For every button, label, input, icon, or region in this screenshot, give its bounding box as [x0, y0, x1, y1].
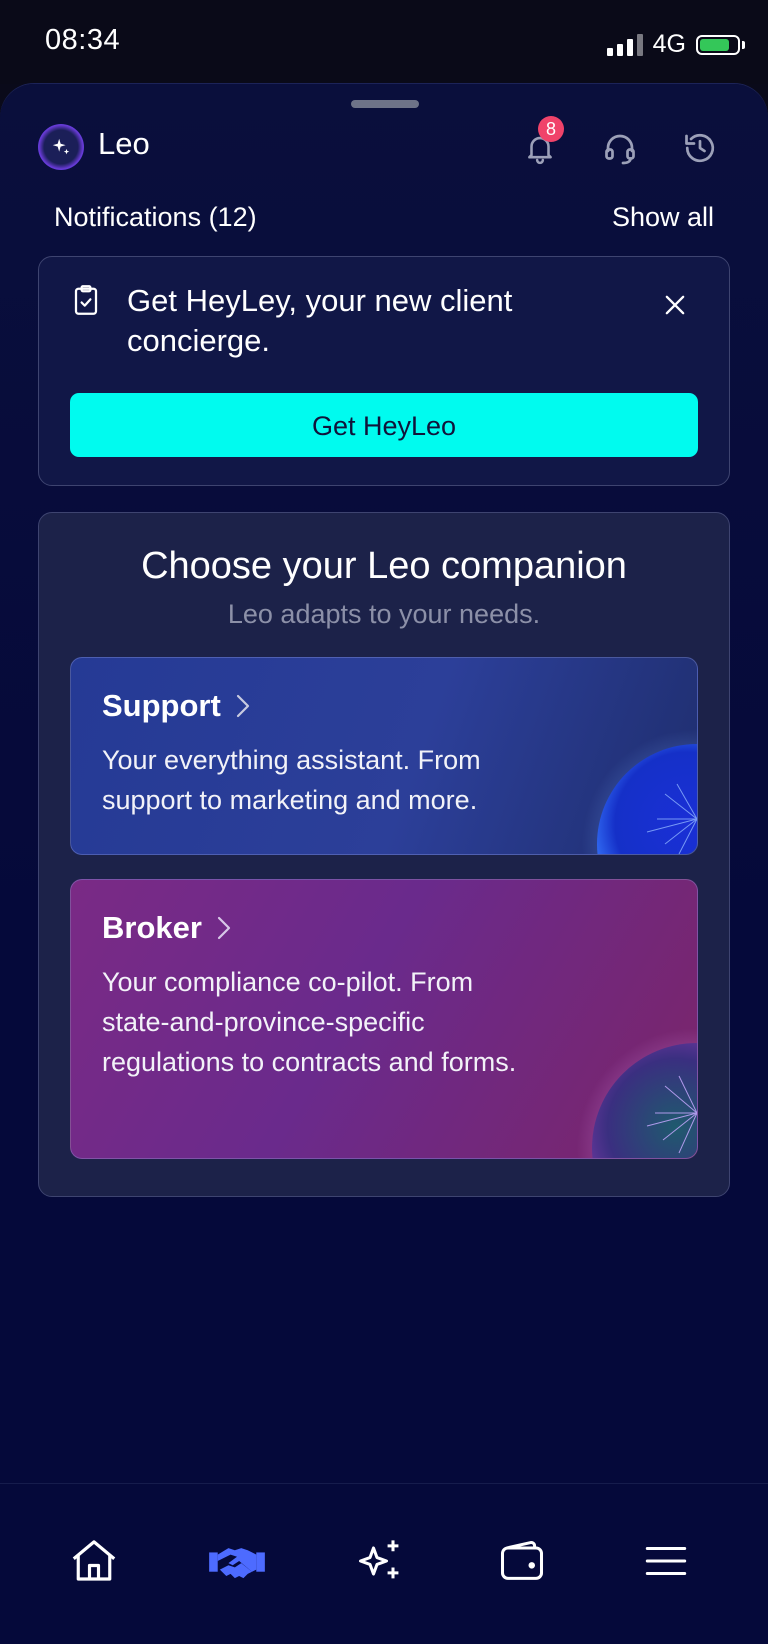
status-time: 08:34 — [45, 24, 121, 56]
header: Leo 8 — [38, 116, 738, 176]
battery-icon — [696, 34, 745, 55]
handshake-icon[interactable] — [202, 1526, 272, 1596]
broker-orb-icon — [577, 1028, 697, 1158]
broker-description: Your compliance co-pilot. From state-and… — [102, 967, 517, 1077]
status-bar: 08:34 4G — [0, 0, 768, 84]
show-all-link[interactable]: Show all — [612, 202, 714, 233]
notification-text: Get HeyLey, your new client concierge. — [127, 283, 513, 358]
support-title: Support — [102, 688, 251, 724]
notifications-title: Notifications (12) — [54, 202, 257, 232]
history-icon[interactable] — [680, 128, 720, 168]
tab-bar — [0, 1483, 768, 1644]
wallet-icon[interactable] — [487, 1526, 557, 1596]
sheet-grabber[interactable] — [351, 100, 419, 108]
get-heyleo-button[interactable]: Get HeyLeo — [70, 393, 698, 457]
companion-card: Choose your Leo companion Leo adapts to … — [38, 512, 730, 1197]
home-icon[interactable] — [59, 1526, 129, 1596]
menu-icon[interactable] — [631, 1526, 701, 1596]
support-description: Your everything assistant. From support … — [102, 745, 481, 815]
status-indicators: 4G — [606, 30, 745, 59]
close-icon[interactable] — [661, 291, 689, 324]
headset-icon[interactable] — [600, 128, 640, 168]
notification-card: Get HeyLey, your new client concierge. G… — [38, 256, 730, 486]
app-title: Leo — [98, 126, 150, 161]
companion-title: Choose your Leo companion — [141, 545, 627, 587]
companion-subtitle: Leo adapts to your needs. — [227, 599, 541, 629]
sparkles-icon[interactable] — [345, 1526, 415, 1596]
chevron-right-icon — [236, 694, 249, 718]
network-type: 4G — [652, 30, 686, 58]
broker-title: Broker — [102, 910, 232, 946]
support-option[interactable]: Support Your everything assistant. From … — [70, 657, 698, 855]
leo-logo-icon — [38, 124, 84, 170]
battery-level — [700, 38, 729, 51]
chevron-right-icon — [217, 916, 231, 940]
notification-badge: 8 — [538, 116, 564, 142]
leo-sheet: Leo 8 Notifications (12) Show all Get He… — [0, 84, 768, 1484]
broker-title-label: Broker — [102, 910, 202, 945]
support-orb-icon — [582, 729, 697, 854]
broker-option[interactable]: Broker Your compliance co-pilot. From st… — [70, 879, 698, 1159]
signal-icon — [606, 33, 643, 56]
support-title-label: Support — [102, 688, 221, 723]
clipboard-check-icon — [71, 283, 101, 322]
notifications-header: Notifications (12) Show all — [54, 202, 714, 242]
